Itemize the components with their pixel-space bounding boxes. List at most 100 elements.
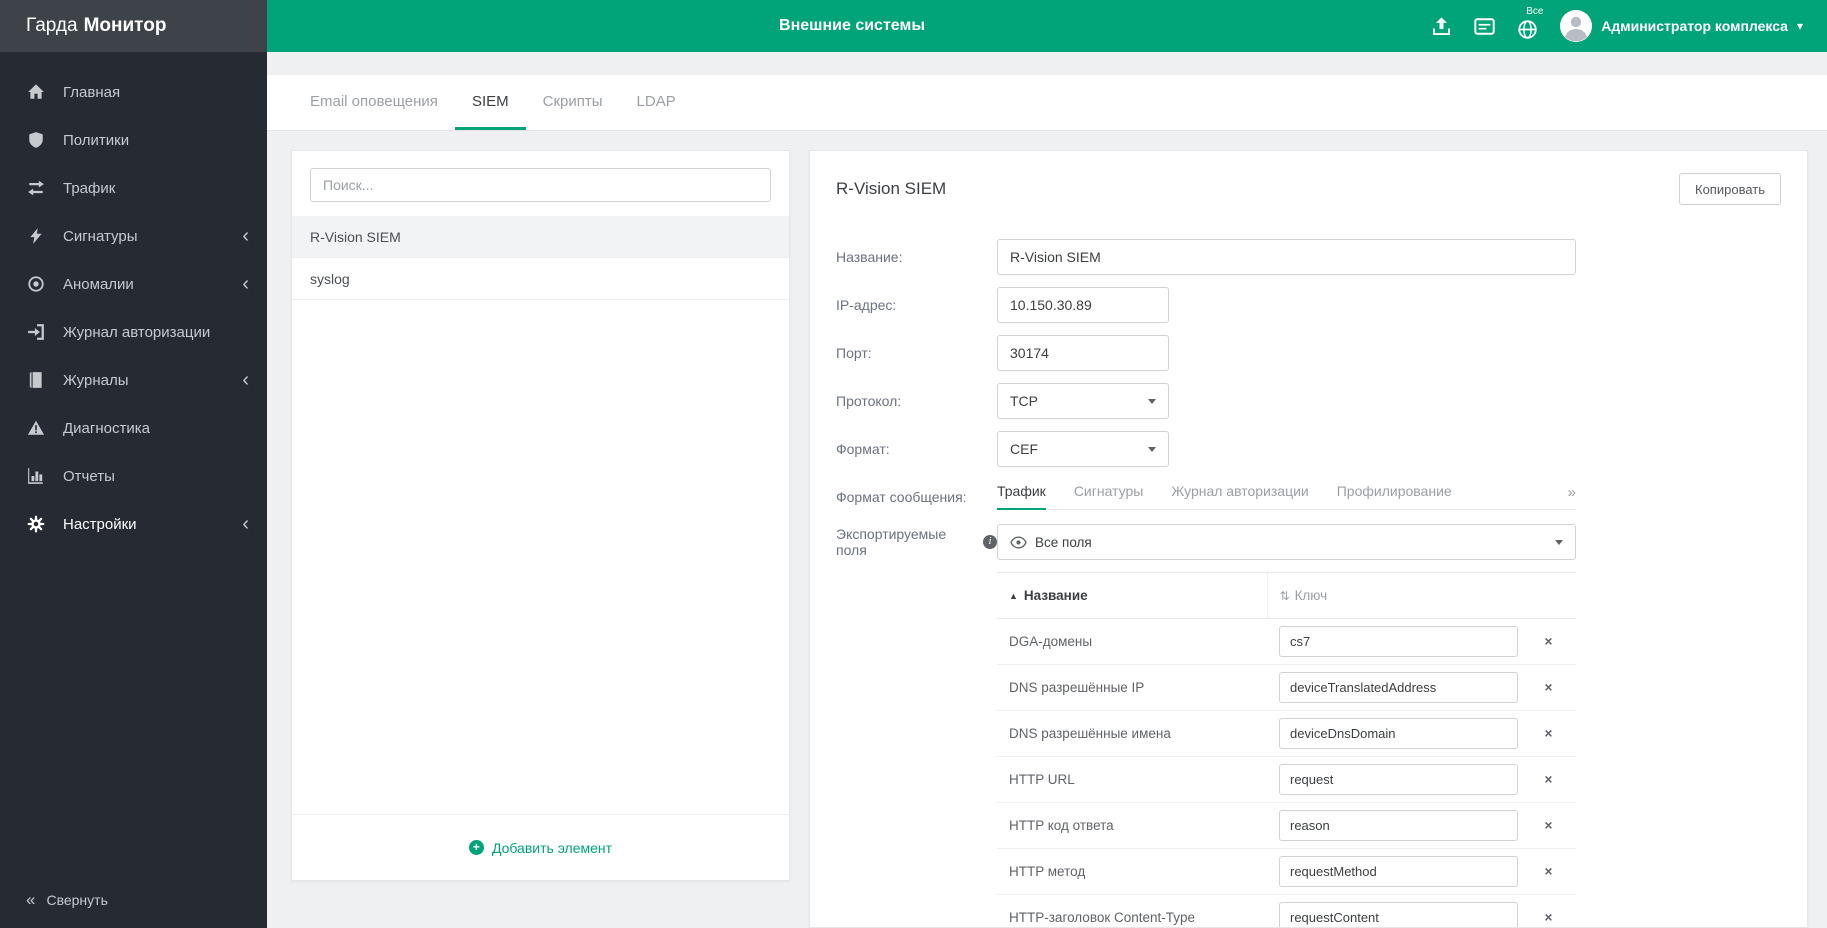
tab-scripts[interactable]: Скрипты — [526, 75, 620, 130]
tab-label: Скрипты — [542, 92, 603, 110]
name-input[interactable] — [997, 239, 1576, 275]
msg-tab-traffic[interactable]: Трафик — [997, 483, 1046, 510]
remove-field-icon[interactable]: × — [1521, 894, 1576, 927]
content-area: Email оповещения SIEM Скрипты LDAP R-Vis… — [267, 52, 1827, 928]
list-footer: + Добавить элемент — [292, 814, 789, 880]
field-key-input[interactable] — [1279, 626, 1518, 657]
format-select[interactable]: CEF — [997, 431, 1169, 467]
brand-logo: Гарда Монитор — [0, 0, 267, 52]
column-header-actions — [1521, 572, 1576, 619]
column-header-key[interactable]: ⇅ Ключ — [1266, 572, 1521, 619]
field-name: HTTP код ответа — [997, 802, 1267, 849]
list-item[interactable]: syslog — [292, 258, 789, 300]
remove-field-icon[interactable]: × — [1521, 664, 1576, 711]
sidebar-item-home[interactable]: Главная — [0, 68, 267, 116]
remove-field-icon[interactable]: × — [1521, 848, 1576, 895]
caret-down-icon — [1555, 539, 1563, 545]
tab-ldap[interactable]: LDAP — [620, 75, 693, 130]
login-icon — [26, 322, 46, 342]
field-name: DNS разрешённые имена — [997, 710, 1267, 757]
form-row-name: Название: — [836, 239, 1781, 275]
sidebar-item-reports[interactable]: Отчеты — [0, 452, 267, 500]
list-item-label: syslog — [310, 270, 350, 287]
export-fields-value: Все поля — [1035, 534, 1092, 550]
sidebar-item-traffic[interactable]: Трафик — [0, 164, 267, 212]
remove-field-icon[interactable]: × — [1521, 618, 1576, 665]
detail-header: R-Vision SIEM Копировать — [836, 173, 1781, 205]
field-key-input[interactable] — [1279, 718, 1518, 749]
field-key-input[interactable] — [1279, 856, 1518, 887]
tab-siem[interactable]: SIEM — [454, 75, 526, 130]
siem-detail-panel: R-Vision SIEM Копировать Название: IP-ад… — [809, 150, 1808, 928]
field-key-input[interactable] — [1279, 810, 1518, 841]
form-row-port: Порт: — [836, 335, 1781, 371]
msg-tab-auth-log[interactable]: Журнал авторизации — [1171, 483, 1308, 510]
port-input[interactable] — [997, 335, 1169, 371]
sidebar-item-label: Журналы — [63, 371, 129, 389]
message-format-label: Формат сообщения: — [836, 488, 967, 505]
sidebar-item-diagnostics[interactable]: Диагностика — [0, 404, 267, 452]
field-key-input[interactable] — [1279, 672, 1518, 703]
more-tabs-icon[interactable]: » — [1568, 484, 1576, 509]
export-fields-label: Экспортируемые поля i — [836, 526, 997, 558]
sidebar-item-journals[interactable]: Журналы ‹ — [0, 356, 267, 404]
table-row: HTTP-заголовок Content-Type × — [997, 894, 1576, 927]
tab-label: Email оповещения — [310, 92, 438, 110]
info-icon[interactable]: i — [983, 535, 997, 549]
sidebar-item-auth-log[interactable]: Журнал авторизации — [0, 308, 267, 356]
chevron-left-icon[interactable]: ‹ — [242, 274, 249, 294]
column-name-label: Название — [1023, 588, 1088, 603]
brand-part-1: Гарда — [26, 15, 78, 36]
sidebar-item-signatures[interactable]: Сигнатуры ‹ — [0, 212, 267, 260]
field-name: HTTP-заголовок Content-Type — [997, 894, 1267, 927]
export-fields-table: ▲ Название ⇅ Ключ DGA-домены cs7 × DNS р… — [997, 572, 1576, 927]
msg-tab-signatures[interactable]: Сигнатуры — [1074, 483, 1144, 510]
sidebar-item-label: Настройки — [63, 515, 137, 533]
copy-button[interactable]: Копировать — [1679, 173, 1781, 205]
chevron-left-icon[interactable]: ‹ — [242, 514, 249, 534]
table-header-row: ▲ Название ⇅ Ключ — [997, 572, 1576, 619]
globe-icon[interactable]: Все — [1517, 6, 1543, 40]
tab-email-notifications[interactable]: Email оповещения — [293, 75, 455, 130]
field-key-input[interactable] — [1279, 764, 1518, 795]
list-card-icon[interactable] — [1474, 16, 1495, 37]
sidebar-item-label: Трафик — [63, 179, 116, 197]
sidebar-item-label: Отчеты — [63, 467, 115, 485]
field-key-input[interactable] — [1279, 902, 1518, 927]
msg-tab-profiling[interactable]: Профилирование — [1337, 483, 1452, 510]
protocol-label: Протокол: — [836, 393, 902, 409]
avatar — [1560, 10, 1593, 42]
table-row: DNS разрешённые IP × — [997, 664, 1576, 711]
search-input[interactable] — [310, 168, 771, 202]
add-element-button[interactable]: + Добавить элемент — [468, 839, 613, 856]
sidebar-collapse-button[interactable]: « Свернуть — [26, 890, 108, 910]
sidebar-item-settings[interactable]: Настройки ‹ — [0, 500, 267, 548]
message-format-tabs: Трафик Сигнатуры Журнал авторизации Проф… — [997, 483, 1576, 510]
sidebar-item-policies[interactable]: Политики — [0, 116, 267, 164]
home-icon — [26, 82, 46, 102]
upload-icon[interactable] — [1431, 16, 1452, 37]
reports-icon — [26, 466, 46, 486]
tab-label: LDAP — [636, 92, 676, 110]
chevron-left-icon[interactable]: ‹ — [242, 370, 249, 390]
remove-field-icon[interactable]: × — [1521, 756, 1576, 803]
ip-input[interactable] — [997, 287, 1169, 323]
caret-down-icon — [1148, 446, 1156, 452]
protocol-select[interactable]: TCP — [997, 383, 1169, 419]
export-fields-select[interactable]: Все поля — [997, 524, 1576, 560]
form-row-protocol: Протокол: TCP — [836, 383, 1781, 419]
anomalies-icon — [26, 274, 46, 294]
app-window: Гарда Монитор Главная Политики Трафик Си… — [0, 0, 1827, 928]
sidebar-item-anomalies[interactable]: Аномалии ‹ — [0, 260, 267, 308]
section-tabs: Email оповещения SIEM Скрипты LDAP — [267, 75, 1827, 131]
remove-field-icon[interactable]: × — [1521, 802, 1576, 849]
list-item[interactable]: R-Vision SIEM — [292, 216, 789, 258]
add-element-label: Добавить элемент — [491, 839, 613, 856]
chevron-left-icon[interactable]: ‹ — [242, 226, 249, 246]
user-menu[interactable]: Администратор комплекса ▾ — [1560, 10, 1803, 42]
remove-field-icon[interactable]: × — [1521, 710, 1576, 757]
sidebar-item-label: Аномалии — [63, 275, 134, 293]
column-header-name[interactable]: ▲ Название — [997, 572, 1267, 619]
sidebar-item-label: Политики — [63, 131, 130, 149]
detail-title: R-Vision SIEM — [836, 179, 947, 198]
